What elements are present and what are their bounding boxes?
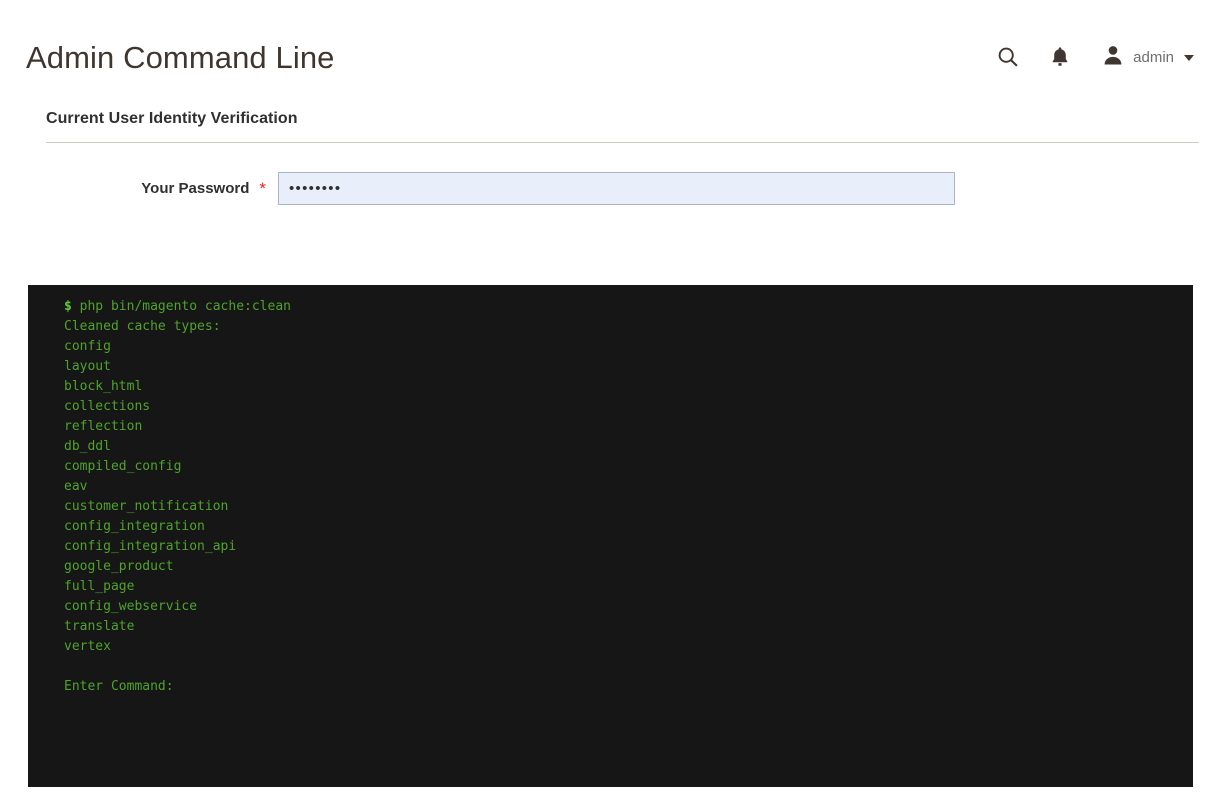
terminal-output-line: full_page (64, 579, 135, 594)
terminal-output: Cleaned cache types: config layout block_ht… (28, 317, 1193, 697)
terminal-output-line: vertex (64, 639, 111, 654)
identity-verification-section: Current User Identity Verification Your … (46, 110, 1199, 205)
terminal-output-line: db_ddl (64, 439, 111, 454)
password-label: Your Password (141, 180, 250, 197)
terminal-prompt-symbol: $ (64, 299, 72, 314)
terminal-command-line: $ php bin/magento cache:clean (28, 297, 1193, 317)
terminal-output-line: config_webservice (64, 599, 198, 614)
required-asterisk: * (259, 179, 266, 198)
terminal-output-line: config (64, 339, 111, 354)
terminal-command-text: php bin/magento cache:clean (71, 299, 291, 314)
terminal-output-line: config_integration (64, 519, 205, 534)
user-avatar-icon (1102, 44, 1124, 71)
command-line-console[interactable]: $ php bin/magento cache:clean Cleaned ca… (28, 285, 1193, 787)
section-title: Current User Identity Verification (46, 110, 298, 127)
terminal-output-line: reflection (64, 419, 143, 434)
terminal-output-line: layout (64, 359, 111, 374)
header-actions: admin (982, 33, 1196, 77)
password-input[interactable] (278, 172, 955, 205)
search-button[interactable] (982, 37, 1034, 77)
user-name-label: admin (1133, 48, 1174, 66)
terminal-output-line: config_integration_api (64, 539, 237, 554)
terminal-output-line: Enter Command: (64, 679, 174, 694)
page-header: Admin Command Line admin (0, 0, 1224, 110)
terminal-output-line: compiled_config (64, 459, 182, 474)
search-icon (996, 45, 1020, 69)
password-label-wrap: Your Password * (46, 180, 278, 197)
page-title: Admin Command Line (26, 39, 335, 75)
chevron-down-icon (1184, 55, 1194, 61)
terminal-output-line: translate (64, 619, 135, 634)
terminal-output-line: Cleaned cache types: (64, 319, 221, 334)
notifications-button[interactable] (1034, 37, 1086, 77)
terminal-output-line: google_product (64, 559, 174, 574)
password-field-row: Your Password * (46, 143, 1196, 205)
terminal-output-line: collections (64, 399, 151, 414)
user-menu[interactable]: admin (1096, 40, 1196, 75)
terminal-output-line: eav (64, 479, 88, 494)
terminal-output-line: customer_notification (64, 499, 229, 514)
bell-icon (1049, 45, 1071, 69)
terminal-output-line: block_html (64, 379, 143, 394)
main-content: Current User Identity Verification Your … (0, 110, 1224, 205)
